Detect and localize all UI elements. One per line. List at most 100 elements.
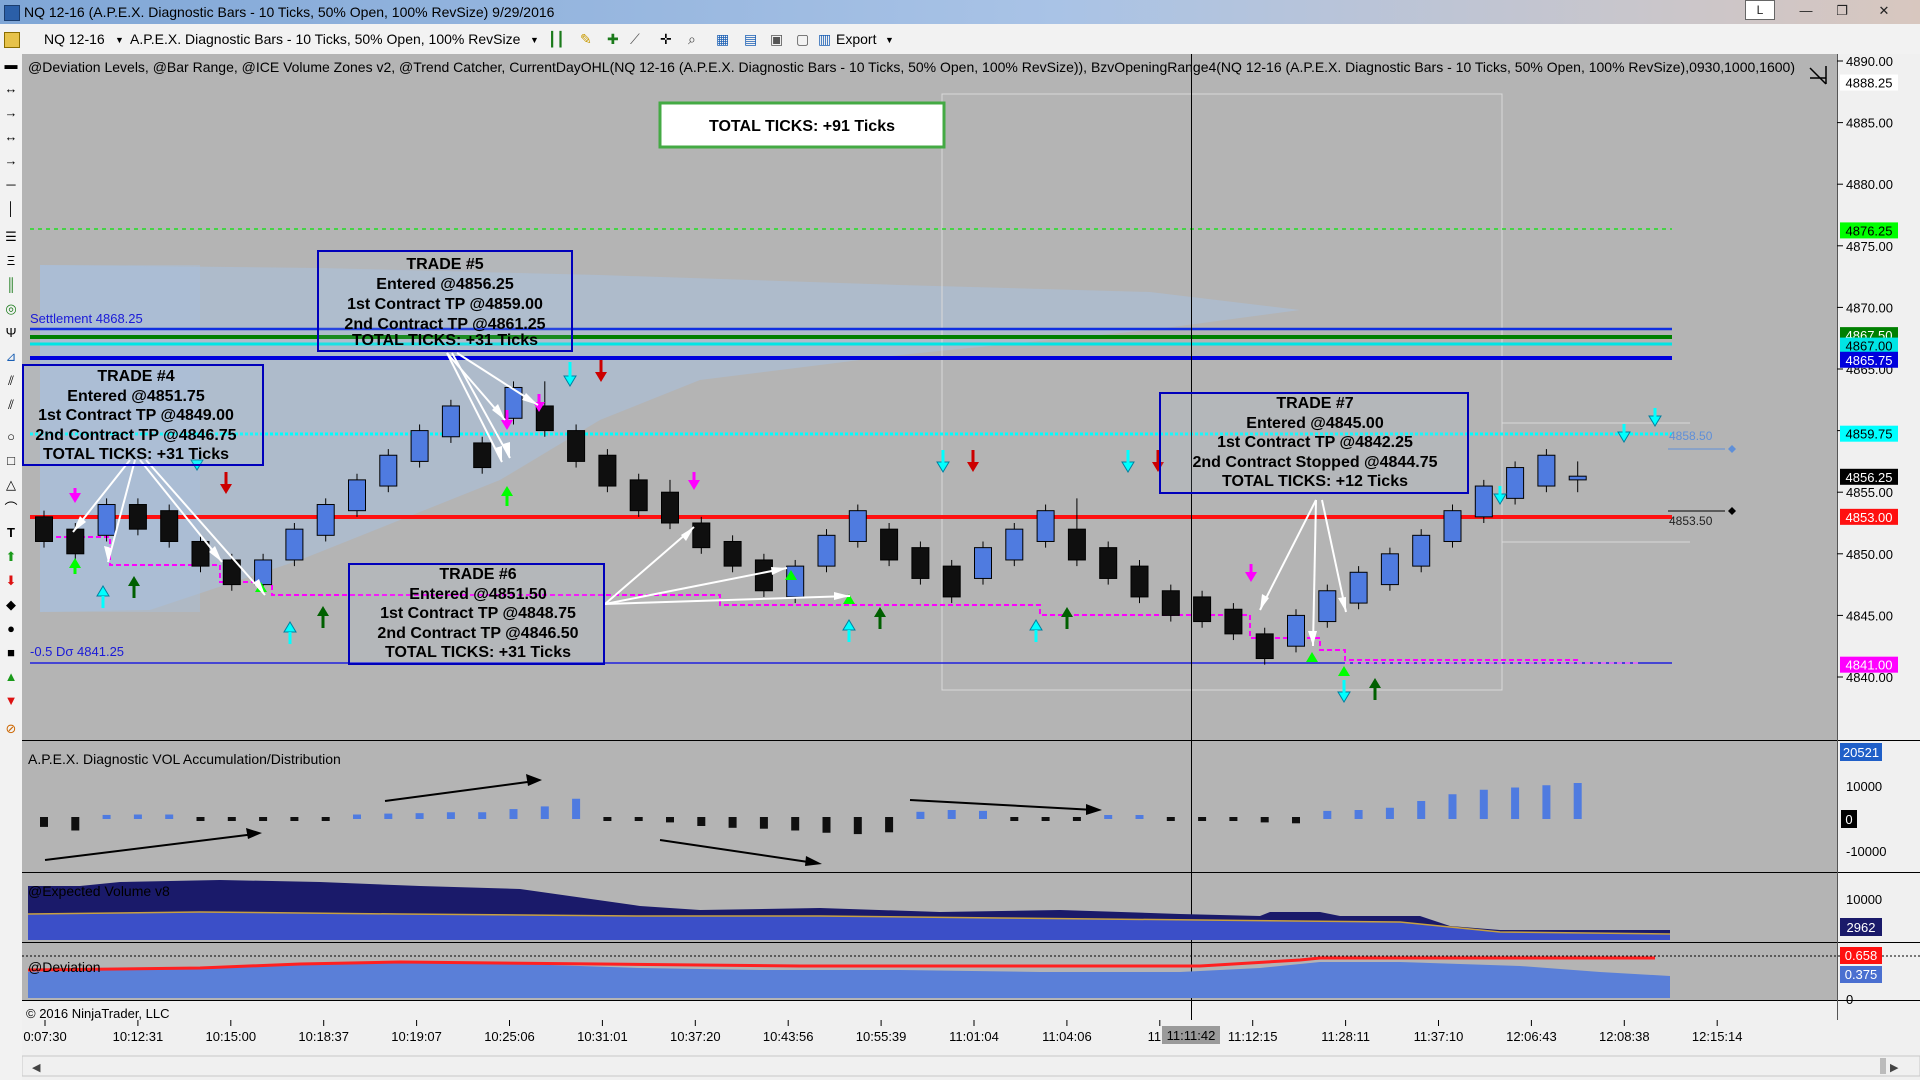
vol-bar-down	[259, 817, 268, 821]
chart-area[interactable]: Settlement 4868.25 -0.5 Dσ 4841.25 4858.…	[22, 54, 1920, 1080]
price-tick-label: 4875.00	[1846, 239, 1893, 254]
triangle-icon[interactable]: △	[3, 478, 19, 492]
time-tick-label: 12:15:14	[1692, 1029, 1743, 1044]
candle-down	[598, 454, 617, 487]
time-tick-label: 10:25:06	[484, 1029, 535, 1044]
candle-up	[441, 405, 460, 438]
fib-retracement-icon[interactable]: ☰	[3, 230, 19, 244]
indicator-icon[interactable]: ✚	[607, 31, 619, 48]
candle-down	[754, 559, 773, 592]
trade-4-line-1: TRADE #4	[97, 368, 174, 385]
vol-bar-up	[979, 810, 987, 819]
candle-down	[35, 516, 53, 542]
scroll-thumb[interactable]	[1880, 1058, 1886, 1074]
instrument-chevron-icon[interactable]: ▼	[115, 35, 124, 45]
close-button[interactable]: ✕	[1866, 1, 1902, 21]
trade-4-line-2: Entered @4851.75	[67, 388, 205, 405]
candle-up	[848, 510, 867, 542]
scroll-right-icon[interactable]: ▶	[1890, 1061, 1899, 1074]
bar-type-chevron-icon[interactable]: ▼	[530, 35, 539, 45]
layout-button[interactable]: L	[1745, 0, 1775, 20]
candle-up	[1318, 590, 1337, 623]
snapshot-icon[interactable]: ▣	[770, 31, 783, 48]
text-icon[interactable]: T	[3, 526, 19, 540]
scroll-left-icon[interactable]: ◀	[32, 1061, 41, 1074]
gann-fan-icon[interactable]: ⊿	[3, 350, 19, 364]
vol-bar-up	[102, 814, 111, 819]
zoom-icon[interactable]: ⌕	[688, 31, 696, 48]
data-box-icon[interactable]: ▥	[818, 31, 831, 48]
arrow-up-icon[interactable]: ⬆	[3, 550, 19, 564]
andrews-pitchfork-icon[interactable]: Ψ	[3, 326, 19, 340]
trade-7-line-2: Entered @4845.00	[1246, 415, 1384, 432]
drawing-object-icon[interactable]: ▬	[3, 58, 19, 72]
vol-bar-down	[1010, 817, 1019, 821]
restore-button[interactable]: ❐	[1824, 1, 1860, 21]
vol-bar-down	[697, 817, 706, 826]
pencil-icon[interactable]: ✎	[580, 31, 592, 48]
horizontal-line-icon[interactable]: ─	[3, 178, 19, 192]
price-tick-label: 4850.00	[1846, 547, 1893, 562]
minimize-button[interactable]: —	[1788, 1, 1824, 21]
fib-extension-icon[interactable]: Ξ	[3, 254, 19, 268]
vol-bar-up	[1104, 815, 1113, 819]
horizontal-scrollbar[interactable]	[22, 1055, 1920, 1077]
triangle-down-icon[interactable]: ▼	[3, 694, 19, 708]
vol-bar-up	[165, 814, 174, 819]
draw-tool-icon[interactable]: ⟋	[630, 31, 640, 48]
candle-down	[661, 491, 679, 524]
bar-type-selector[interactable]: A.P.E.X. Diagnostic Bars - 10 Ticks, 50%…	[130, 31, 520, 47]
expected-volume-title: @Expected Volume v8	[28, 883, 170, 899]
candle-down	[723, 540, 742, 567]
vol-bar-down	[603, 817, 612, 821]
price-tick-label: 4855.00	[1846, 485, 1893, 500]
trade-6-line-1: TRADE #6	[439, 566, 516, 583]
fib-circle-icon[interactable]: ◎	[3, 302, 19, 316]
remove-drawings-icon[interactable]: ⊘	[3, 722, 19, 736]
instrument-selector[interactable]: NQ 12-16	[44, 31, 105, 47]
diamond-icon[interactable]: ◆	[3, 598, 19, 612]
crosshair-icon[interactable]: ✛	[660, 31, 672, 48]
triangle-up-icon[interactable]: ▲	[3, 670, 19, 684]
arc-icon[interactable]: ⌒	[3, 502, 19, 516]
price-tick-label: 4890.00	[1846, 54, 1893, 69]
time-tick-label: 11:37:10	[1414, 1029, 1464, 1044]
vol-bar-up	[1385, 807, 1394, 819]
properties-icon[interactable]: ▤	[744, 31, 757, 48]
fib-time-icon[interactable]: ║	[3, 278, 19, 292]
trend-channel-icon[interactable]: ⫽	[3, 398, 19, 412]
print-icon[interactable]: ▢	[796, 31, 809, 48]
export-chevron-icon[interactable]: ▼	[885, 35, 894, 45]
rectangle-icon[interactable]: □	[3, 454, 19, 468]
square-icon[interactable]: ■	[3, 646, 19, 660]
vol-zero-label: 0	[1845, 812, 1852, 827]
trade-5-line-2: Entered @4856.25	[376, 276, 514, 293]
ray-icon[interactable]: →	[3, 106, 19, 120]
candle-down	[1067, 528, 1086, 561]
extended-line-icon[interactable]: ↔	[3, 130, 19, 144]
vol-bar-up	[1448, 794, 1457, 819]
dev-value1-label: 0.658	[1845, 948, 1878, 963]
dot-icon[interactable]: ●	[3, 622, 19, 636]
vol-bar-up	[572, 798, 581, 819]
vol-bar-up	[509, 809, 518, 819]
chart-trader-icon[interactable]: ▦	[716, 31, 729, 48]
chart-style-icon[interactable]: ┃┃	[548, 31, 565, 48]
trade-4-line-4: 2nd Contract TP @4846.75	[35, 427, 236, 444]
regression-channel-icon[interactable]: ⫽	[3, 374, 19, 388]
ref-low-label: 4853.50	[1669, 514, 1713, 528]
time-tick-label: 0:07:30	[23, 1029, 66, 1044]
instrument-icon[interactable]	[4, 32, 20, 48]
arrow-down-icon[interactable]: ⬇	[3, 574, 19, 588]
vol-bar-up	[947, 810, 956, 819]
indicator-list-label: @Deviation Levels, @Bar Range, @ICE Volu…	[28, 59, 1795, 75]
ellipse-icon[interactable]: ○	[3, 430, 19, 444]
vertical-line-icon[interactable]: │	[3, 202, 19, 216]
price-tick-label: 4880.00	[1846, 177, 1893, 192]
time-tick-label: 10:55:39	[856, 1029, 907, 1044]
line-icon[interactable]: ↔	[3, 82, 19, 96]
app-icon	[4, 5, 20, 21]
arrow-line-icon[interactable]: →	[3, 154, 19, 168]
export-menu[interactable]: Export	[836, 31, 876, 47]
candle-up	[1474, 485, 1493, 518]
